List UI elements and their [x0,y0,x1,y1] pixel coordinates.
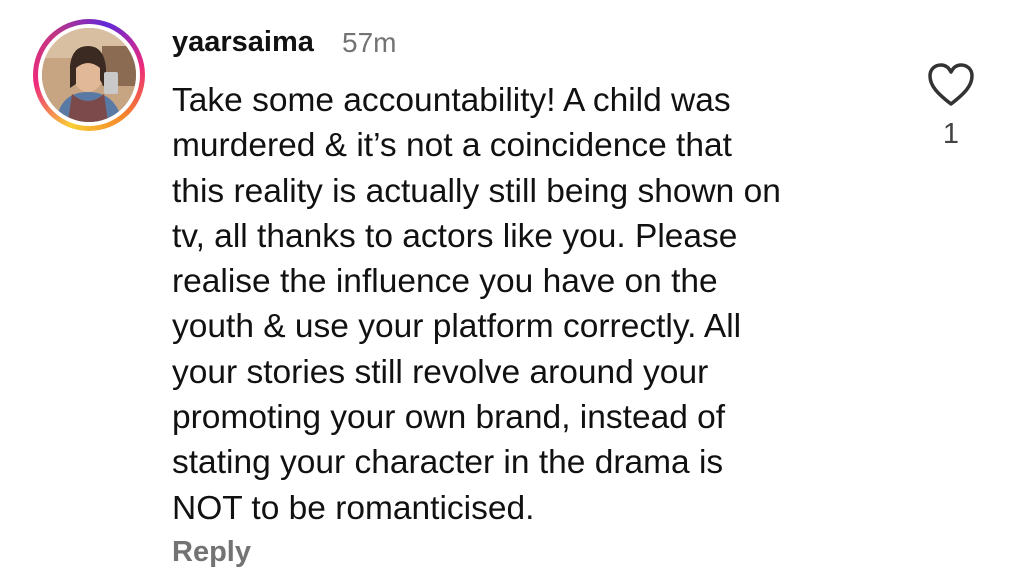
comment-username[interactable]: yaarsaima [172,26,314,59]
comment-text-line: promoting your own brand, instead of [172,399,726,437]
comment: yaarsaima 57m Take some accountability! … [0,0,1024,568]
comment-text-line: murdered & it’s not a coincidence that [172,127,732,165]
comment-timestamp: 57m [342,27,397,58]
like-button[interactable] [926,62,976,108]
comment-text-line: this reality is actually still being sho… [172,172,781,210]
avatar-story-ring[interactable] [33,19,145,131]
comment-text-line: tv, all thanks to actors like you. Pleas… [172,217,738,255]
avatar [42,28,136,122]
comment-text-line: NOT to be romanticised. [172,489,535,527]
comment-text-line: youth & use your platform correctly. All [172,308,742,346]
like-count: 1 [942,118,960,150]
avatar-border [38,24,140,126]
reply-button[interactable]: Reply [172,536,251,569]
comment-text-line: Take some accountability! A child was [172,82,731,119]
comment-text-line: realise the influence you have on the [172,263,718,301]
comment-text-line: your stories still revolve around your [172,353,709,391]
comment-text-line: stating your character in the drama is [172,444,724,482]
comment-text: Take some accountability! A child was mu… [172,78,892,531]
heart-outline-icon[interactable] [926,62,976,108]
avatar-photo [42,28,136,122]
